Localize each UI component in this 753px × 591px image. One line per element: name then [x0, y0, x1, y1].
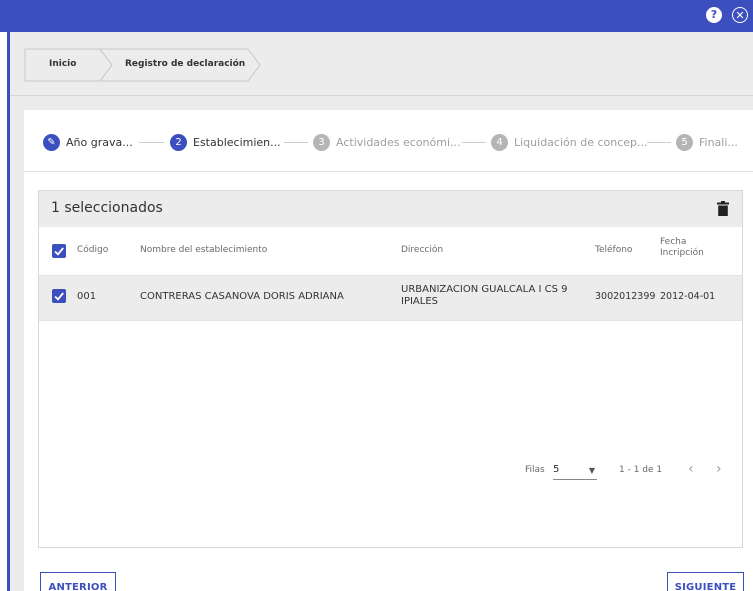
step-connector — [139, 142, 164, 143]
step-1-label: Año grava... — [66, 135, 133, 149]
step-1[interactable]: ✎ Año grava... — [43, 133, 133, 151]
prev-page-icon[interactable]: ‹ — [688, 461, 694, 477]
column-header-address[interactable]: Dirección — [401, 245, 443, 256]
help-icon[interactable]: ? — [706, 7, 722, 23]
establishments-table: 1 seleccionados Código Nombre del establ… — [38, 190, 743, 548]
chevron-down-icon: ▼ — [588, 466, 595, 475]
step-2-number: 2 — [170, 133, 187, 151]
step-connector — [462, 142, 486, 143]
selection-count: 1 seleccionados — [51, 200, 163, 216]
column-header-code[interactable]: Código — [77, 245, 108, 256]
selection-bar: 1 seleccionados — [39, 191, 742, 227]
cell-date: 2012-04-01 — [660, 291, 716, 302]
pagination-range: 1 - 1 de 1 — [619, 465, 663, 475]
rows-per-page-select[interactable]: 5 ▼ — [553, 462, 597, 480]
step-3-number: 3 — [313, 133, 330, 151]
column-header-date-line1[interactable]: Fecha — [660, 237, 686, 248]
main-area: ✎ Año grava... 2 Establecimien... 3 Acti… — [10, 96, 753, 591]
title-bar: ? ✕ — [0, 0, 753, 32]
select-all-checkbox[interactable] — [52, 244, 66, 258]
back-button[interactable]: ANTERIOR — [40, 572, 116, 591]
table-row[interactable]: 001 CONTRERAS CASANOVA DORIS ADRIANA URB… — [39, 275, 742, 321]
cell-code: 001 — [77, 291, 97, 302]
next-button[interactable]: SIGUIENTE — [667, 572, 744, 591]
rows-per-page-label: Filas — [525, 465, 545, 475]
wizard-card: ✎ Año grava... 2 Establecimien... 3 Acti… — [24, 110, 753, 591]
stepper: ✎ Año grava... 2 Establecimien... 3 Acti… — [24, 110, 753, 172]
step-5-label: Finali... — [699, 135, 738, 149]
step-2[interactable]: 2 Establecimien... — [170, 133, 281, 151]
next-page-icon[interactable]: › — [716, 461, 722, 477]
step-connector — [284, 142, 308, 143]
cell-phone: 3002012399 — [595, 291, 656, 302]
check-icon — [54, 247, 64, 256]
step-3-label: Actividades económi... — [336, 135, 461, 149]
trash-icon[interactable] — [717, 201, 729, 216]
column-header-phone[interactable]: Teléfono — [595, 245, 632, 256]
step-3[interactable]: 3 Actividades económi... — [313, 133, 461, 151]
cell-address-line2: IPIALES — [401, 296, 439, 307]
step-4-number: 4 — [491, 133, 508, 151]
step-connector — [647, 142, 671, 143]
column-header-date-line2[interactable]: Incripción — [660, 248, 704, 259]
breadcrumb-item-inicio[interactable]: Inicio — [49, 59, 76, 69]
row-checkbox[interactable] — [52, 289, 66, 303]
breadcrumb-item-registro[interactable]: Registro de declaración — [125, 59, 245, 69]
step-4-label: Liquidación de concep... — [514, 135, 648, 149]
rows-per-page-value: 5 — [553, 464, 560, 475]
step-5-number: 5 — [676, 133, 693, 151]
table-header: Código Nombre del establecimiento Direcc… — [39, 227, 742, 275]
close-icon[interactable]: ✕ — [732, 7, 748, 23]
breadcrumb-area: Inicio Registro de declaración — [10, 32, 753, 96]
step-2-label: Establecimien... — [193, 135, 281, 149]
cell-name: CONTRERAS CASANOVA DORIS ADRIANA — [140, 291, 344, 302]
check-icon — [54, 292, 64, 301]
step-4[interactable]: 4 Liquidación de concep... — [491, 133, 648, 151]
step-5[interactable]: 5 Finali... — [676, 133, 738, 151]
column-header-name[interactable]: Nombre del establecimiento — [140, 245, 267, 256]
cell-address-line1: URBANIZACION GUALCALA I CS 9 — [401, 284, 568, 295]
step-1-edit-icon: ✎ — [43, 133, 60, 151]
